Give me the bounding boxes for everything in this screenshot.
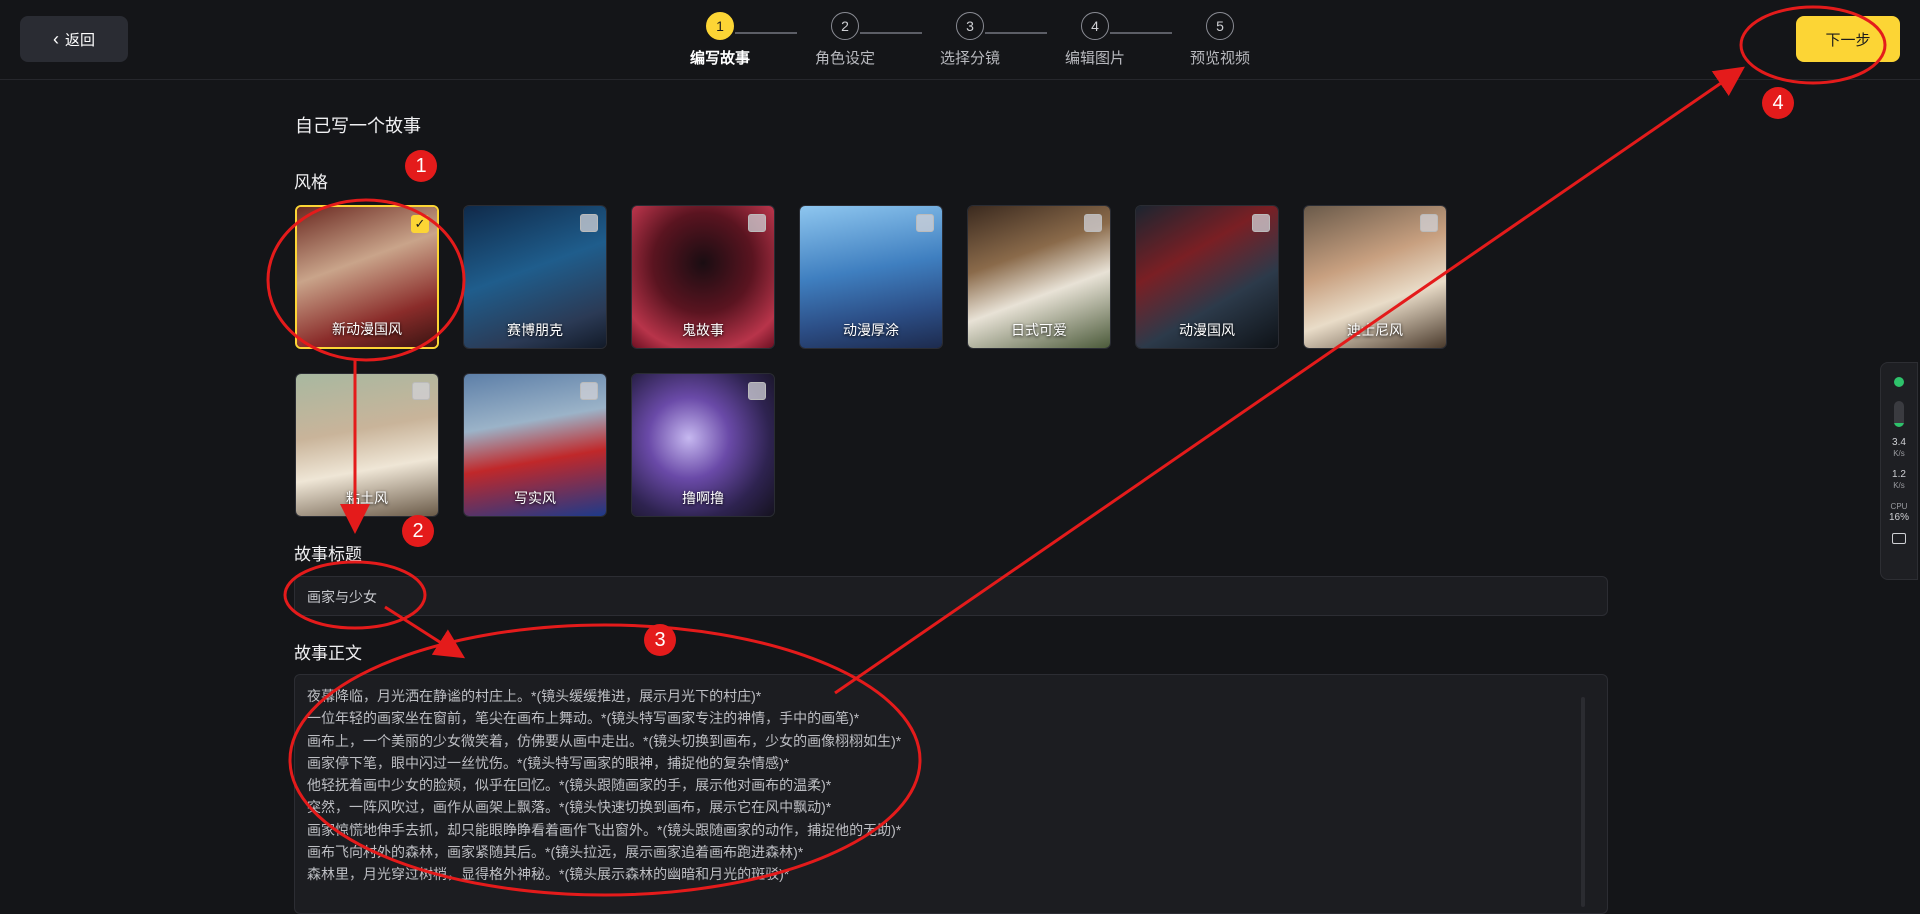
step-3-label: 选择分镜 xyxy=(939,50,1000,67)
style-name: 新动漫国风 xyxy=(332,321,402,337)
style-name: 迪士尼风 xyxy=(1347,322,1403,338)
annotation-badge-1: 1 xyxy=(405,150,437,182)
step-5-label: 预览视频 xyxy=(1189,50,1250,67)
checkbox-icon[interactable] xyxy=(580,382,598,400)
cpu-readout: CPU 16% xyxy=(1881,501,1917,523)
style-card-disney[interactable]: 迪士尼风 xyxy=(1303,205,1447,349)
story-line: 画布飞向村外的森林，画家紧随其后。*(镜头拉远，展示画家追着画布跑进森林)* xyxy=(307,844,804,861)
style-section-label: 风格 xyxy=(294,173,328,192)
style-name: 动漫国风 xyxy=(1179,322,1235,338)
style-card-realistic[interactable]: 写实风 xyxy=(463,373,607,517)
checkbox-icon[interactable] xyxy=(412,382,430,400)
style-card-anime-guofeng[interactable]: 动漫国风 xyxy=(1135,205,1279,349)
checkbox-checked-icon[interactable]: ✓ xyxy=(411,215,429,233)
story-line: 画家惊慌地伸手去抓，却只能眼睁睁看着画作飞出窗外。*(镜头跟随画家的动作，捕捉他… xyxy=(307,821,902,838)
step-4-label: 编辑图片 xyxy=(1064,50,1125,67)
story-line: 他轻抚着画中少女的脸颊，似乎在回忆。*(镜头跟随画家的手，展示他对画布的温柔)* xyxy=(307,777,832,794)
checkbox-icon[interactable] xyxy=(1252,214,1270,232)
style-name: 鬼故事 xyxy=(682,322,724,338)
status-dot-icon xyxy=(1894,377,1904,387)
story-body-textarea[interactable]: 夜幕降临，月光洒在静谧的村庄上。*(镜头缓缓推进，展示月光下的村庄)* 一位年轻… xyxy=(294,674,1608,914)
next-step-button[interactable]: 下一步 xyxy=(1796,16,1900,62)
top-bar: ‹ 返回 1 编写故事 2 角色设定 3 选择分镜 4 编辑图片 5 预览视频 … xyxy=(0,0,1920,80)
story-title-input[interactable]: 画家与少女 xyxy=(294,576,1608,616)
back-button-label: 返回 xyxy=(64,31,95,49)
style-name: 赛博朋克 xyxy=(507,322,563,338)
cpu-value: 16% xyxy=(1888,512,1909,523)
story-line: 画布上，一个美丽的少女微笑着，仿佛要从画中走出。*(镜头切换到画布，少女的画像栩… xyxy=(307,732,902,749)
cpu-meter xyxy=(1894,401,1904,427)
download-speed: 3.4 K/s xyxy=(1881,437,1917,459)
step-1[interactable]: 1 编写故事 xyxy=(660,12,780,68)
checkbox-icon[interactable] xyxy=(748,214,766,232)
back-button[interactable]: ‹ 返回 xyxy=(20,16,128,62)
step-5-number: 5 xyxy=(1206,12,1234,40)
step-3[interactable]: 3 选择分镜 xyxy=(910,12,1030,68)
checkbox-icon[interactable] xyxy=(580,214,598,232)
camera-icon[interactable] xyxy=(1892,533,1906,544)
style-card-japanese-cute[interactable]: 日式可爱 xyxy=(967,205,1111,349)
style-card-league[interactable]: 撸啊撸 xyxy=(631,373,775,517)
step-1-number: 1 xyxy=(706,12,734,40)
step-3-number: 3 xyxy=(956,12,984,40)
style-name: 粘土风 xyxy=(346,490,388,506)
story-line: 突然，一阵风吹过，画作从画架上飘落。*(镜头快速切换到画布，展示它在风中飘动)* xyxy=(307,799,832,816)
story-line: 画家停下笔，眼中闪过一丝忧伤。*(镜头特写画家的眼神，捕捉他的复杂情感)* xyxy=(307,754,790,771)
story-body-label: 故事正文 xyxy=(294,644,362,663)
annotation-badge-4: 4 xyxy=(1762,87,1794,119)
checkbox-icon[interactable] xyxy=(916,214,934,232)
step-4-number: 4 xyxy=(1081,12,1109,40)
step-1-label: 编写故事 xyxy=(689,50,750,67)
cpu-label: CPU xyxy=(1890,502,1908,511)
upload-speed-value: 1.2 xyxy=(1892,469,1906,480)
story-title-label: 故事标题 xyxy=(294,545,362,564)
step-5[interactable]: 5 预览视频 xyxy=(1160,12,1280,68)
style-name: 写实风 xyxy=(514,490,556,506)
upload-speed-unit: K/s xyxy=(1893,481,1905,490)
download-speed-value: 3.4 xyxy=(1892,437,1906,448)
annotation-badge-3: 3 xyxy=(644,624,676,656)
textarea-scrollbar[interactable] xyxy=(1581,697,1585,907)
download-speed-unit: K/s xyxy=(1893,449,1905,458)
style-grid: ✓ 新动漫国风 赛博朋克 鬼故事 动漫厚涂 日式可爱 动漫国风 迪士尼风 粘土风 xyxy=(295,205,1455,520)
style-name: 动漫厚涂 xyxy=(843,322,899,338)
style-name: 日式可爱 xyxy=(1011,322,1067,338)
step-2[interactable]: 2 角色设定 xyxy=(785,12,905,68)
style-card-ghost-story[interactable]: 鬼故事 xyxy=(631,205,775,349)
system-monitor-widget[interactable]: 3.4 K/s 1.2 K/s CPU 16% xyxy=(1880,362,1918,580)
step-2-label: 角色设定 xyxy=(814,50,875,67)
annotation-badge-2: 2 xyxy=(402,515,434,547)
cpu-meter-fill xyxy=(1894,422,1904,427)
story-line: 森林里，月光穿过树梢，显得格外神秘。*(镜头展示森林的幽暗和月光的斑驳)* xyxy=(307,866,790,883)
checkbox-icon[interactable] xyxy=(1084,214,1102,232)
style-card-new-anime-guofeng[interactable]: ✓ 新动漫国风 xyxy=(295,205,439,349)
story-line: 夜幕降临，月光洒在静谧的村庄上。*(镜头缓缓推进，展示月光下的村庄)* xyxy=(307,688,762,704)
checkbox-icon[interactable] xyxy=(1420,214,1438,232)
step-4[interactable]: 4 编辑图片 xyxy=(1035,12,1155,68)
upload-speed: 1.2 K/s xyxy=(1881,469,1917,491)
style-card-clay[interactable]: 粘土风 xyxy=(295,373,439,517)
chevron-left-icon: ‹ xyxy=(52,29,59,49)
story-line: 一位年轻的画家坐在窗前，笔尖在画布上舞动。*(镜头特写画家专注的神情，手中的画笔… xyxy=(307,710,860,727)
checkbox-icon[interactable] xyxy=(748,382,766,400)
page-title: 自己写一个故事 xyxy=(295,116,421,136)
step-2-number: 2 xyxy=(831,12,859,40)
style-card-anime-thick-paint[interactable]: 动漫厚涂 xyxy=(799,205,943,349)
style-name: 撸啊撸 xyxy=(682,490,724,506)
step-progress: 1 编写故事 2 角色设定 3 选择分镜 4 编辑图片 5 预览视频 xyxy=(660,12,1260,72)
style-card-cyberpunk[interactable]: 赛博朋克 xyxy=(463,205,607,349)
